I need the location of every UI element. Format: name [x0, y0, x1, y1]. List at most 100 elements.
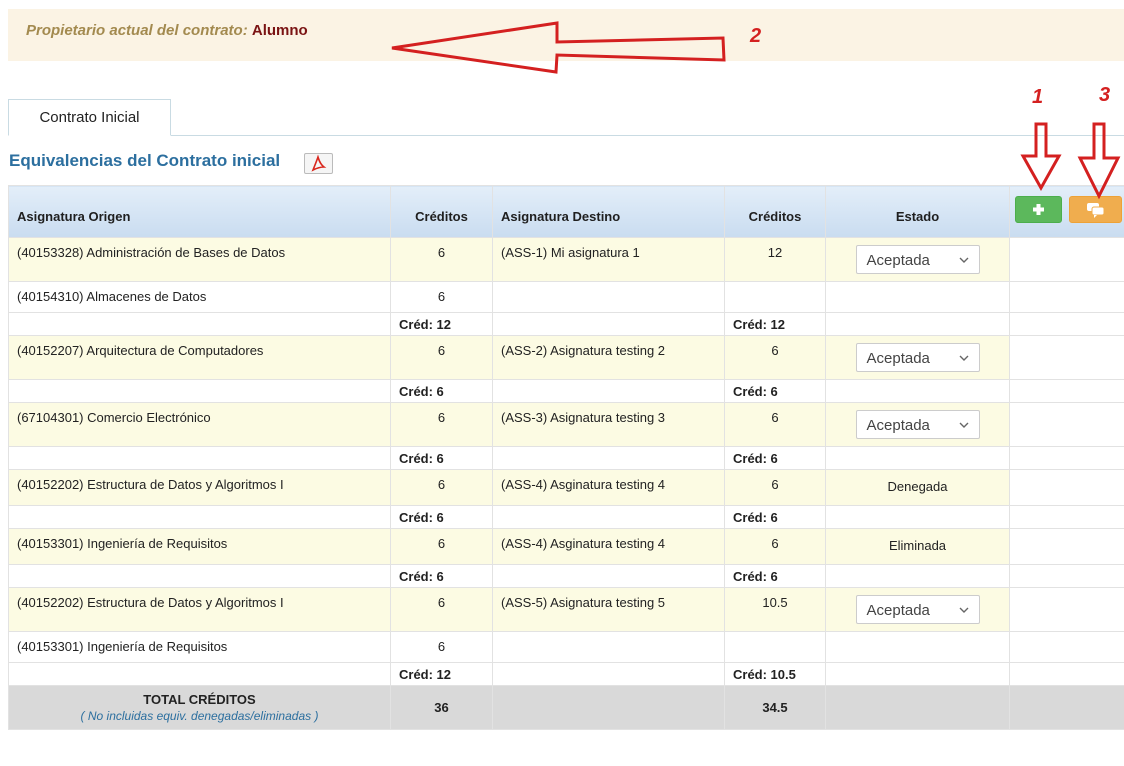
subtotal-creditos-origen: Créd: 12 [390, 662, 493, 686]
creditos-origen-cell: 6 [390, 237, 493, 282]
table-row-extra: (40153301) Ingeniería de Requisitos 6 [8, 631, 1124, 663]
owner-value: Alumno [251, 22, 308, 39]
subtotal-row: Créd: 6 Créd: 6 [8, 564, 1124, 588]
owner-banner: Propietario actual del contrato: Alumno [8, 9, 1124, 61]
comments-icon [1087, 203, 1105, 218]
table-row-extra: (40154310) Almacenes de Datos 6 [8, 281, 1124, 313]
tabs-underline [8, 135, 1124, 136]
chevron-down-icon [959, 607, 968, 613]
subtotal-creditos-origen: Créd: 12 [390, 312, 493, 336]
header-creditos-destino[interactable]: Créditos [724, 185, 826, 238]
subtotal-creditos-origen: Créd: 6 [390, 379, 493, 403]
estado-select[interactable]: Aceptada [855, 410, 980, 439]
table-row: (40153301) Ingeniería de Requisitos 6 (ASS… [8, 528, 1124, 565]
annotation-number-3: 3 [1099, 84, 1111, 106]
empty-cell [8, 312, 391, 336]
empty-cell [825, 662, 1010, 686]
comments-button[interactable] [1069, 196, 1122, 223]
total-empty-cell [1009, 685, 1124, 730]
subtotal-creditos-destino: Créd: 6 [724, 379, 826, 403]
empty-cell [492, 379, 725, 403]
asignatura-origen-cell: (40153328) Administración de Bases de Da… [8, 237, 391, 282]
add-equivalence-button[interactable] [1015, 196, 1062, 223]
header-asignatura-origen[interactable]: Asignatura Origen [8, 185, 391, 238]
header-estado[interactable]: Estado [825, 185, 1010, 238]
empty-cell [8, 446, 391, 470]
empty-cell [492, 662, 725, 686]
section-title: Equivalencias del Contrato inicial [9, 151, 281, 170]
total-creditos-destino: 34.5 [724, 685, 826, 730]
estado-text: Denegada [887, 479, 948, 494]
tab-contrato-inicial[interactable]: Contrato Inicial [8, 99, 171, 136]
creditos-origen-cell: 6 [390, 469, 493, 506]
chevron-down-icon [959, 422, 968, 428]
asignatura-origen-cell: (40152202) Estructura de Datos y Algorit… [8, 469, 391, 506]
creditos-destino-cell: 6 [724, 335, 826, 380]
subtotal-creditos-origen: Créd: 6 [390, 446, 493, 470]
estado-select-value: Aceptada [866, 350, 930, 367]
subtotal-row: Créd: 6 Créd: 6 [8, 505, 1124, 529]
empty-cell [492, 564, 725, 588]
subtotal-creditos-origen: Créd: 6 [390, 564, 493, 588]
total-label-cell: TOTAL CRÉDITOS ( No incluidas equiv. den… [8, 685, 391, 730]
table-header-row: Asignatura Origen Créditos Asignatura De… [8, 185, 1124, 238]
creditos-origen-cell: 6 [390, 335, 493, 380]
empty-cell [8, 564, 391, 588]
subtotal-creditos-origen: Créd: 6 [390, 505, 493, 529]
plus-icon [1033, 204, 1044, 215]
empty-cell [724, 281, 826, 313]
empty-cell [825, 564, 1010, 588]
empty-cell [8, 505, 391, 529]
empty-cell [825, 631, 1010, 663]
annotation-number-1: 1 [1032, 86, 1044, 108]
owner-label: Propietario actual del contrato: [26, 22, 248, 39]
actions-cell [1009, 237, 1124, 282]
estado-select[interactable]: Aceptada [855, 245, 980, 274]
subtotal-row: Créd: 6 Créd: 6 [8, 446, 1124, 470]
subtotal-row: Créd: 12 Créd: 10.5 [8, 662, 1124, 686]
estado-text: Eliminada [888, 538, 947, 553]
table-row: (40153328) Administración de Bases de Da… [8, 237, 1124, 282]
total-empty-cell [825, 685, 1010, 730]
pdf-icon[interactable] [304, 153, 333, 174]
annotation-number-2: 2 [750, 25, 762, 47]
asignatura-destino-cell: (ASS-2) Asignatura testing 2 [492, 335, 725, 380]
creditos-origen-cell: 6 [390, 587, 493, 632]
empty-cell [825, 505, 1010, 529]
actions-cell [1009, 505, 1124, 529]
subtotal-row: Créd: 12 Créd: 12 [8, 312, 1124, 336]
total-label: TOTAL CRÉDITOS [143, 692, 256, 707]
actions-cell [1009, 402, 1124, 447]
empty-cell [825, 379, 1010, 403]
actions-cell [1009, 469, 1124, 506]
creditos-destino-cell: 6 [724, 469, 826, 506]
subtotal-creditos-destino: Créd: 10.5 [724, 662, 826, 686]
header-asignatura-destino[interactable]: Asignatura Destino [492, 185, 725, 238]
estado-cell: Aceptada [825, 587, 1010, 632]
subtotal-creditos-destino: Créd: 12 [724, 312, 826, 336]
total-note: ( No incluidas equiv. denegadas/eliminad… [80, 709, 319, 723]
asignatura-destino-cell: (ASS-5) Asignatura testing 5 [492, 587, 725, 632]
equivalences-table: Asignatura Origen Créditos Asignatura De… [8, 185, 1124, 730]
header-creditos-origen[interactable]: Créditos [390, 185, 493, 238]
estado-select[interactable]: Aceptada [855, 595, 980, 624]
creditos-destino-cell: 6 [724, 528, 826, 565]
table-row: (40152202) Estructura de Datos y Algorit… [8, 469, 1124, 506]
subtotal-creditos-destino: Créd: 6 [724, 505, 826, 529]
asignatura-origen-cell: (40153301) Ingeniería de Requisitos [8, 631, 391, 663]
asignatura-destino-cell: (ASS-1) Mi asignatura 1 [492, 237, 725, 282]
asignatura-origen-cell: (40154310) Almacenes de Datos [8, 281, 391, 313]
empty-cell [492, 281, 725, 313]
total-creditos-origen: 36 [390, 685, 493, 730]
estado-cell: Aceptada [825, 402, 1010, 447]
creditos-origen-cell: 6 [390, 281, 493, 313]
empty-cell [825, 281, 1010, 313]
asignatura-destino-cell: (ASS-4) Asginatura testing 4 [492, 469, 725, 506]
estado-select[interactable]: Aceptada [855, 343, 980, 372]
asignatura-origen-cell: (40152202) Estructura de Datos y Algorit… [8, 587, 391, 632]
chevron-down-icon [959, 257, 968, 263]
creditos-destino-cell: 12 [724, 237, 826, 282]
actions-cell [1009, 587, 1124, 632]
creditos-destino-cell: 10.5 [724, 587, 826, 632]
empty-cell [492, 446, 725, 470]
